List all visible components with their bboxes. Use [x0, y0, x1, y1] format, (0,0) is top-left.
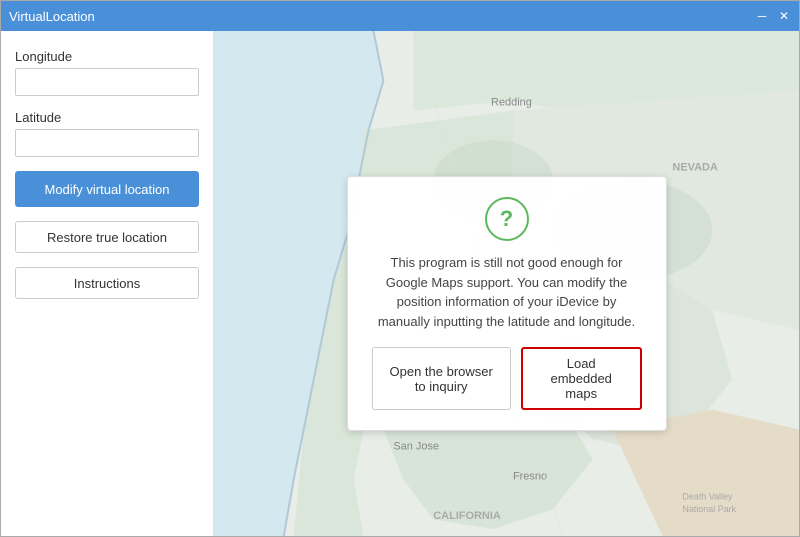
longitude-input[interactable]	[15, 68, 199, 96]
restore-location-button[interactable]: Restore true location	[15, 221, 199, 253]
question-icon: ?	[485, 197, 529, 241]
minimize-button[interactable]: ─	[755, 9, 769, 23]
open-browser-button[interactable]: Open the browser to inquiry	[372, 347, 511, 410]
window-body: Longitude Latitude Modify virtual locati…	[1, 31, 799, 536]
svg-text:San Jose: San Jose	[393, 440, 439, 452]
svg-text:NEVADA: NEVADA	[672, 161, 718, 173]
longitude-label: Longitude	[15, 49, 199, 64]
instructions-button[interactable]: Instructions	[15, 267, 199, 299]
info-popup: ? This program is still not good enough …	[347, 176, 667, 431]
titlebar: VirtualLocation ─ ✕	[1, 1, 799, 31]
svg-text:CALIFORNIA: CALIFORNIA	[433, 510, 501, 522]
svg-text:Death Valley: Death Valley	[682, 491, 733, 501]
svg-text:Redding: Redding	[491, 97, 532, 109]
longitude-field-group: Longitude	[15, 49, 199, 96]
map-area: Redding NEVADA Reno San Francisco San Jo…	[214, 31, 799, 536]
latitude-field-group: Latitude	[15, 110, 199, 157]
latitude-label: Latitude	[15, 110, 199, 125]
titlebar-controls: ─ ✕	[755, 9, 791, 23]
svg-text:National Park: National Park	[682, 504, 736, 514]
load-maps-button[interactable]: Load embedded maps	[521, 347, 642, 410]
modify-location-button[interactable]: Modify virtual location	[15, 171, 199, 207]
sidebar: Longitude Latitude Modify virtual locati…	[1, 31, 214, 536]
latitude-input[interactable]	[15, 129, 199, 157]
window-title: VirtualLocation	[9, 9, 95, 24]
close-button[interactable]: ✕	[777, 9, 791, 23]
popup-buttons: Open the browser to inquiry Load embedde…	[372, 347, 642, 410]
popup-description: This program is still not good enough fo…	[372, 253, 642, 331]
svg-text:Fresno: Fresno	[513, 470, 547, 482]
main-window: VirtualLocation ─ ✕ Longitude Latitude M…	[0, 0, 800, 537]
